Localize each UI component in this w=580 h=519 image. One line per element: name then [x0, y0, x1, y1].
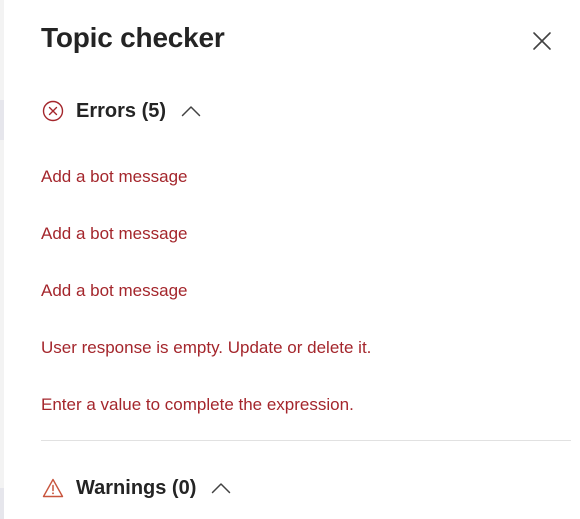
warning-triangle-icon: [41, 476, 65, 500]
warnings-collapse-button[interactable]: [210, 477, 232, 499]
error-item[interactable]: User response is empty. Update or delete…: [41, 334, 371, 391]
error-item[interactable]: Add a bot message: [41, 277, 371, 334]
background-edge: [0, 100, 4, 140]
close-button[interactable]: [526, 25, 558, 57]
error-item[interactable]: Add a bot message: [41, 163, 371, 220]
section-divider: [41, 440, 571, 441]
chevron-up-icon: [181, 106, 201, 117]
errors-label: Errors (5): [76, 99, 167, 122]
panel-title: Topic checker: [41, 22, 225, 53]
error-list: Add a bot message Add a bot message Add …: [41, 163, 371, 448]
close-icon: [533, 32, 551, 50]
background-edge: [0, 488, 4, 519]
errors-section-header[interactable]: Errors (5): [41, 97, 202, 125]
topic-checker-panel: Topic checker Errors (5) Add a bot messa…: [0, 0, 580, 519]
chevron-up-icon: [212, 483, 231, 494]
error-item[interactable]: Add a bot message: [41, 220, 371, 277]
warnings-section-header[interactable]: Warnings (0): [41, 474, 232, 502]
errors-collapse-button[interactable]: [180, 100, 202, 122]
warnings-label: Warnings (0): [76, 476, 197, 499]
error-circle-icon: [41, 99, 65, 123]
